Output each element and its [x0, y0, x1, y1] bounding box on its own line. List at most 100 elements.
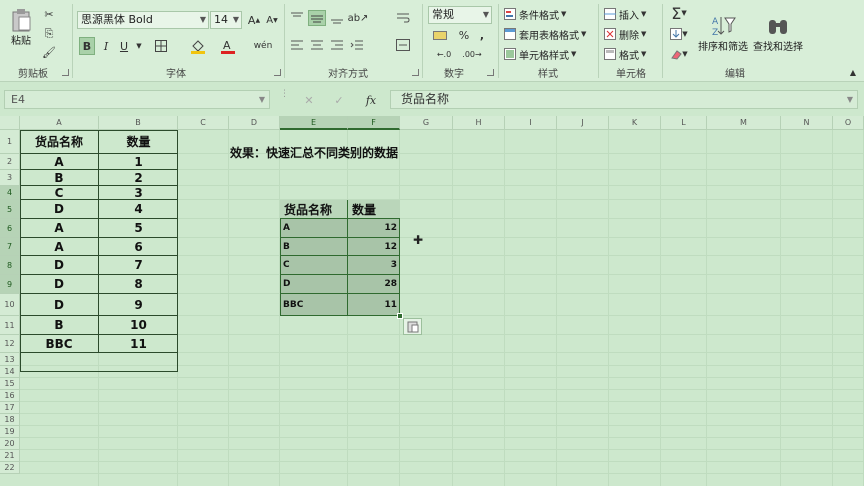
format-button[interactable]: 格式 ▼ — [604, 46, 660, 62]
name-box[interactable]: E4 ▼ — [4, 90, 270, 109]
alignment-launcher-icon[interactable] — [412, 69, 419, 76]
column-header-o[interactable]: O — [833, 116, 864, 130]
row-header-22[interactable]: 22 — [0, 462, 20, 474]
sort-filter-button[interactable]: AZ 排序和筛选 — [694, 4, 752, 62]
source-table-cell[interactable]: 3 — [99, 186, 178, 200]
source-table-cell[interactable]: BBC — [20, 335, 99, 353]
column-header-b[interactable]: B — [99, 116, 178, 130]
source-table-cell[interactable]: 5 — [99, 219, 178, 238]
select-all-corner[interactable] — [0, 116, 20, 130]
paste-options-button[interactable] — [403, 318, 422, 335]
source-table-cell[interactable]: 9 — [99, 294, 178, 316]
column-header-l[interactable]: L — [661, 116, 707, 130]
summary-table-cell[interactable]: D — [280, 275, 348, 294]
row-header-1[interactable]: 1 — [0, 130, 20, 154]
source-table-cell[interactable]: 8 — [99, 275, 178, 294]
summary-table-cell[interactable]: 28 — [348, 275, 400, 294]
row-header-7[interactable]: 7 — [0, 238, 20, 256]
decrease-font-icon[interactable]: A ▼ — [264, 11, 280, 29]
enter-icon[interactable]: ✓ — [330, 92, 348, 108]
source-table-cell[interactable]: D — [20, 294, 99, 316]
font-color-icon[interactable]: A — [216, 37, 240, 55]
underline-button[interactable]: U — [116, 37, 132, 55]
number-launcher-icon[interactable] — [487, 69, 494, 76]
insert-function-button[interactable]: fx — [360, 92, 382, 108]
border-icon[interactable] — [150, 37, 172, 55]
row-header-3[interactable]: 3 — [0, 170, 20, 186]
orientation-icon[interactable]: ab↗ — [348, 10, 369, 26]
row-header-14[interactable]: 14 — [0, 366, 20, 378]
font-name-select[interactable]: 思源黑体 Bold ▼ — [77, 11, 209, 29]
increase-font-icon[interactable]: A ▲ — [246, 11, 262, 29]
column-header-h[interactable]: H — [453, 116, 505, 130]
fill-color-icon[interactable] — [186, 37, 210, 55]
column-header-m[interactable]: M — [707, 116, 781, 130]
source-table-cell[interactable]: 6 — [99, 238, 178, 256]
find-select-button[interactable]: 查找和选择 — [752, 4, 804, 62]
number-format-select[interactable]: 常规 ▼ — [428, 6, 492, 24]
column-header-j[interactable]: J — [557, 116, 609, 130]
column-header-n[interactable]: N — [781, 116, 833, 130]
paste-button[interactable]: 粘贴 — [6, 4, 36, 50]
summary-table-cell[interactable]: 12 — [348, 219, 400, 238]
source-table-cell[interactable]: D — [20, 256, 99, 275]
phonetic-icon[interactable]: wén — [252, 37, 274, 55]
conditional-format-button[interactable]: 条件格式 ▼ — [504, 6, 596, 22]
align-middle-icon[interactable] — [308, 10, 326, 26]
summary-table-cell[interactable]: C — [280, 256, 348, 275]
font-size-select[interactable]: 14 ▼ — [210, 11, 242, 29]
column-header-a[interactable]: A — [20, 116, 99, 130]
source-header-cell[interactable]: 货品名称 — [20, 130, 99, 154]
increase-decimal-icon[interactable]: ←.0 — [432, 46, 456, 62]
align-top-icon[interactable] — [288, 10, 306, 26]
decrease-decimal-icon[interactable]: .00→ — [460, 46, 484, 62]
column-header-e[interactable]: E — [280, 116, 348, 130]
row-header-4[interactable]: 4 — [0, 186, 20, 200]
format-as-table-button[interactable]: 套用表格格式 ▼ — [504, 26, 596, 42]
source-table-cell[interactable]: A — [20, 238, 99, 256]
format-painter-icon[interactable]: 🖌 — [40, 44, 58, 60]
row-header-8[interactable]: 8 — [0, 256, 20, 275]
row-header-21[interactable]: 21 — [0, 450, 20, 462]
column-header-d[interactable]: D — [229, 116, 280, 130]
currency-icon[interactable] — [430, 27, 450, 43]
cut-icon[interactable]: ✂ — [40, 6, 58, 22]
row-header-20[interactable]: 20 — [0, 438, 20, 450]
row-header-13[interactable]: 13 — [0, 353, 20, 366]
row-header-18[interactable]: 18 — [0, 414, 20, 426]
summary-table-cell[interactable]: 12 — [348, 238, 400, 256]
source-table-cell[interactable]: D — [20, 200, 99, 219]
source-table-cell[interactable]: 7 — [99, 256, 178, 275]
row-header-17[interactable]: 17 — [0, 402, 20, 414]
source-table-cell[interactable]: C — [20, 186, 99, 200]
column-header-i[interactable]: I — [505, 116, 557, 130]
autosum-icon[interactable]: Σ ▼ — [666, 4, 692, 23]
comma-button[interactable]: , — [474, 27, 490, 43]
bold-button[interactable]: B — [79, 37, 95, 55]
row-header-12[interactable]: 12 — [0, 335, 20, 353]
row-header-15[interactable]: 15 — [0, 378, 20, 390]
percent-button[interactable]: % — [456, 27, 472, 43]
row-header-2[interactable]: 2 — [0, 154, 20, 170]
summary-header-cell[interactable]: 数量 — [348, 200, 400, 219]
row-header-19[interactable]: 19 — [0, 426, 20, 438]
wrap-text-icon[interactable] — [394, 10, 412, 26]
summary-table-cell[interactable]: 11 — [348, 294, 400, 316]
formula-input[interactable]: 货品名称 ▼ — [390, 90, 858, 109]
row-header-5[interactable]: 5 — [0, 200, 20, 219]
cell-styles-button[interactable]: 单元格样式 ▼ — [504, 46, 596, 62]
source-table-cell[interactable]: 4 — [99, 200, 178, 219]
summary-table-cell[interactable]: 3 — [348, 256, 400, 275]
copy-icon[interactable]: ⎘ — [40, 26, 58, 42]
summary-header-cell[interactable]: 货品名称 — [280, 200, 348, 219]
source-table-cell[interactable]: 11 — [99, 335, 178, 353]
summary-table-cell[interactable]: A — [280, 219, 348, 238]
cancel-icon[interactable]: ✕ — [300, 92, 318, 108]
worksheet[interactable]: ABCDEFGHIJKLMNO 1 2 3 4 5 6 7 8 9 10 11 12 13 14 15 16 1… — [0, 116, 864, 486]
row-header-9[interactable]: 9 — [0, 275, 20, 294]
merge-center-icon[interactable] — [394, 37, 412, 53]
row-header-10[interactable]: 10 — [0, 294, 20, 316]
column-header-f[interactable]: F — [348, 116, 400, 130]
align-bottom-icon[interactable] — [328, 10, 346, 26]
insert-button[interactable]: 插入 ▼ — [604, 6, 660, 22]
